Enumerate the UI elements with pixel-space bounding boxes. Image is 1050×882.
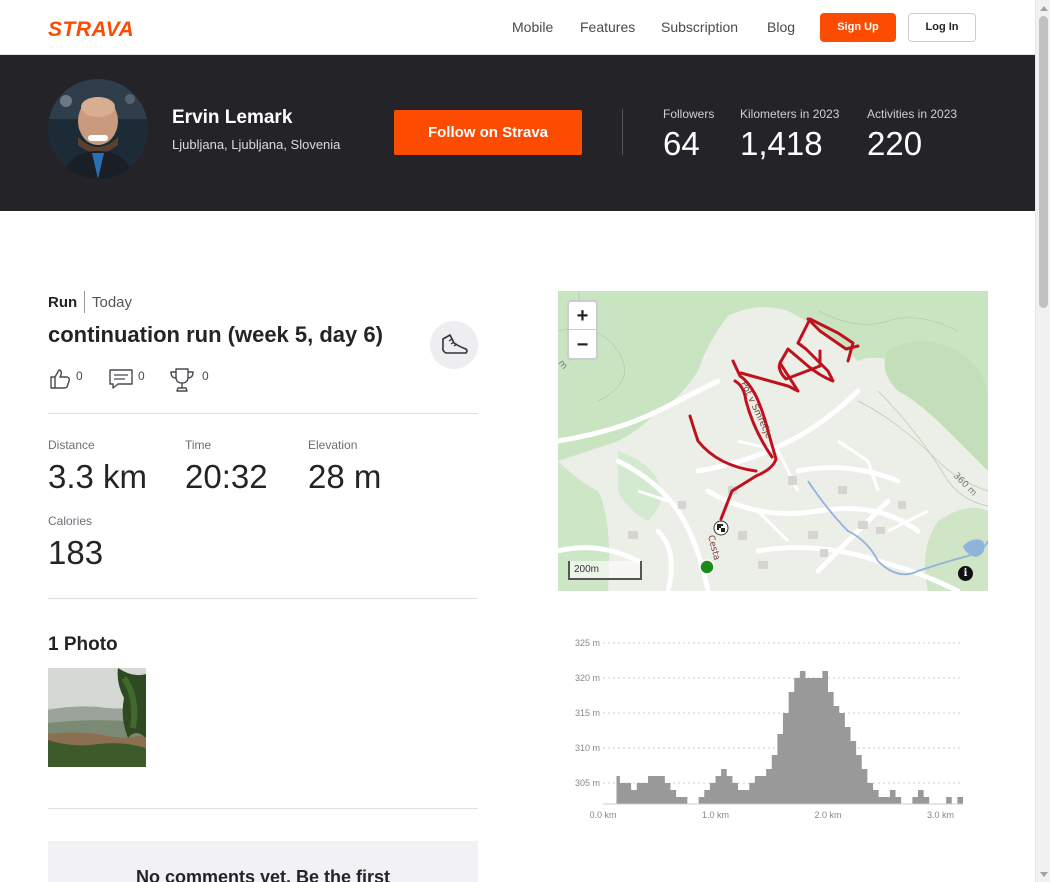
calories-label: Calories xyxy=(48,514,93,528)
achievements-count: 0 xyxy=(202,369,209,383)
athlete-avatar[interactable] xyxy=(48,79,148,179)
scroll-down-arrow[interactable] xyxy=(1040,872,1048,877)
zoom-control: + − xyxy=(567,300,598,360)
log-in-button[interactable]: Log In xyxy=(908,13,976,42)
kudos-count: 0 xyxy=(76,369,83,383)
trophy-icon xyxy=(170,368,194,392)
activity-date: Today xyxy=(92,294,133,311)
x-tick-label: 0.0 km xyxy=(589,810,616,820)
activities-label: Activities in 2023 xyxy=(867,107,958,121)
elevation-label: Elevation xyxy=(308,438,358,452)
nav-link-subscription[interactable]: Subscription xyxy=(661,19,738,35)
y-tick-label: 315 m xyxy=(575,708,600,718)
header-divider xyxy=(622,109,623,155)
section-divider xyxy=(48,598,478,599)
x-tick-label: 3.0 km xyxy=(927,810,954,820)
no-comments-message: No comments yet. Be the first xyxy=(135,867,391,882)
kudos-control[interactable]: 0 xyxy=(48,367,88,391)
time-value: 20:32 xyxy=(185,458,268,495)
athlete-name[interactable]: Ervin Lemark xyxy=(172,107,292,129)
x-tick-label: 1.0 km xyxy=(702,810,729,820)
thumbs-up-icon xyxy=(50,369,70,389)
y-tick-label: 305 m xyxy=(575,778,600,788)
activity-type-separator xyxy=(84,291,85,313)
follow-button[interactable]: Follow on Strava xyxy=(394,110,582,155)
shoe-icon xyxy=(430,321,478,369)
finish-marker xyxy=(713,520,729,536)
distance-label: Distance xyxy=(48,438,95,452)
page-scrollbar[interactable] xyxy=(1035,0,1050,882)
nav-link-features[interactable]: Features xyxy=(580,19,635,35)
comments-count: 0 xyxy=(138,369,145,383)
elevation-value: 28 m xyxy=(308,458,382,495)
y-tick-label: 325 m xyxy=(575,638,600,648)
comments-section: No comments yet. Be the first xyxy=(48,841,478,882)
achievements-control[interactable]: 0 xyxy=(169,367,209,392)
zoom-in-button[interactable]: + xyxy=(569,302,596,330)
route-map[interactable]: Pot v Smrečje Cesta 360 m m + − 200m i xyxy=(558,291,988,591)
activity-page: STRAVA Mobile Features Subscription Blog… xyxy=(0,0,1050,882)
x-tick-label: 2.0 km xyxy=(814,810,841,820)
activity-title: continuation run (week 5, day 6) xyxy=(48,322,383,347)
zoom-out-button[interactable]: − xyxy=(569,331,596,359)
comment-icon xyxy=(109,369,133,389)
elevation-area xyxy=(603,671,963,804)
kilometers-value: 1,418 xyxy=(740,125,823,162)
activity-photo[interactable] xyxy=(48,668,146,767)
nav-link-blog[interactable]: Blog xyxy=(767,19,795,35)
kilometers-label: Kilometers in 2023 xyxy=(740,107,840,121)
scroll-up-arrow[interactable] xyxy=(1040,6,1048,11)
scroll-thumb[interactable] xyxy=(1039,16,1048,308)
map-tiles: Pot v Smrečje Cesta 360 m m xyxy=(558,291,988,591)
top-navigation: STRAVA Mobile Features Subscription Blog… xyxy=(0,0,1035,55)
activity-type: Run xyxy=(48,294,78,311)
elevation-chart: 305 m 310 m 315 m 320 m 325 m 0.0 km 1.0 km 2.0… xyxy=(575,638,963,820)
map-scale: 200m xyxy=(568,561,642,580)
comments-control[interactable]: 0 xyxy=(108,367,148,391)
sign-up-button[interactable]: Sign Up xyxy=(820,13,896,42)
section-divider xyxy=(48,413,478,414)
photos-heading: 1 Photo xyxy=(48,634,118,655)
followers-label: Followers xyxy=(663,107,715,121)
athlete-location: Ljubljana, Ljubljana, Slovenia xyxy=(172,137,341,152)
calories-value: 183 xyxy=(48,534,104,571)
section-divider xyxy=(48,808,478,809)
athlete-header: Ervin Lemark Ljubljana, Ljubljana, Slove… xyxy=(0,55,1035,211)
strava-logo[interactable]: STRAVA xyxy=(48,18,143,41)
y-tick-label: 310 m xyxy=(575,743,600,753)
y-tick-label: 320 m xyxy=(575,673,600,683)
info-icon[interactable]: i xyxy=(958,566,973,581)
nav-link-mobile[interactable]: Mobile xyxy=(512,19,553,35)
followers-value: 64 xyxy=(663,125,700,162)
activities-value: 220 xyxy=(867,125,923,162)
distance-value: 3.3 km xyxy=(48,458,148,495)
start-marker xyxy=(699,559,715,575)
time-label: Time xyxy=(185,438,212,452)
